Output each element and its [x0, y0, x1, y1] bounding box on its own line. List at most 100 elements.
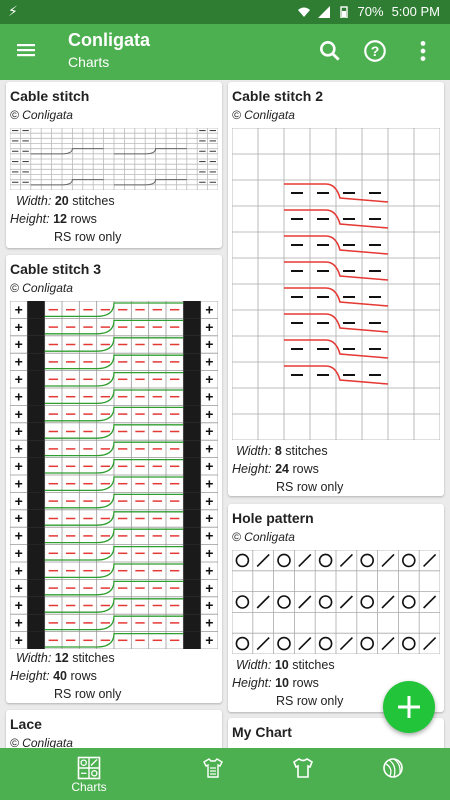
knit-stitch: +: [205, 615, 213, 631]
yarn-over: [402, 595, 416, 609]
knit-stitch: +: [15, 388, 23, 404]
chart-author: © Conligata: [10, 281, 73, 295]
svg-text:?: ?: [371, 43, 380, 59]
chart-list: Cable stitch © Conligata Width: 20 stitc…: [0, 80, 450, 748]
knit-stitch: +: [15, 597, 23, 613]
decrease: [423, 637, 437, 651]
no-stitch: [27, 596, 45, 615]
more-options-icon[interactable]: [410, 38, 436, 64]
no-stitch: [183, 422, 201, 441]
no-stitch: [183, 614, 201, 632]
no-stitch: [27, 335, 45, 354]
yarn-over: [402, 553, 416, 568]
shirt-icon: [293, 758, 313, 778]
chart-note: RS row only: [54, 687, 122, 701]
battery-icon: [339, 5, 348, 18]
chart-author: © Conligata: [232, 530, 295, 544]
no-stitch: [183, 527, 201, 545]
chart-note: RS row only: [54, 230, 122, 244]
yarn-over: [402, 636, 416, 651]
no-stitch: [27, 440, 45, 458]
chart-width: Width: 20 stitches: [16, 194, 115, 208]
no-stitch: [183, 370, 201, 388]
knit-stitch: +: [205, 562, 213, 578]
help-icon[interactable]: ?: [362, 38, 388, 64]
nav-pattern[interactable]: [168, 748, 258, 800]
knit-stitch: +: [15, 354, 23, 370]
chart-name: Lace: [10, 716, 42, 732]
chart-height: Height: 24 rows: [232, 462, 319, 476]
no-stitch: [183, 335, 201, 354]
knit-stitch: +: [205, 510, 213, 526]
knit-stitch: +: [15, 458, 23, 474]
cable-line: [114, 179, 187, 186]
no-stitch: [27, 475, 45, 493]
nav-charts[interactable]: Charts: [44, 748, 134, 800]
no-stitch: [27, 614, 45, 632]
knit-stitch: +: [15, 545, 23, 561]
app-subtitle: Charts: [68, 54, 110, 70]
chart-note: RS row only: [276, 694, 344, 708]
knit-stitch: +: [15, 493, 23, 509]
chart-height: Height: 12 rows: [10, 212, 97, 226]
yarn-over: [277, 553, 291, 568]
knit-stitch: +: [15, 632, 23, 648]
no-stitch: [183, 475, 201, 493]
chart-grid-icon: [77, 756, 101, 780]
knit-stitch: +: [205, 406, 213, 422]
no-stitch: [183, 631, 201, 649]
battery-percent: 70%: [357, 4, 384, 19]
decrease: [381, 553, 395, 567]
chart-width: Width: 12 stitches: [16, 651, 115, 665]
no-stitch: [183, 544, 201, 562]
no-stitch: [183, 388, 201, 406]
yarn-over: [360, 636, 374, 651]
menu-icon[interactable]: [14, 38, 38, 62]
chart-card-cable-stitch-3[interactable]: Cable stitch 3 © Conligata + + + + + + + + + + + + +…: [6, 255, 222, 703]
decrease: [298, 637, 312, 651]
knit-stitch: +: [205, 319, 213, 335]
no-stitch: [27, 353, 45, 371]
chart-card-lace[interactable]: Lace © Conligata: [6, 710, 222, 748]
pattern-sheet-icon: [203, 758, 223, 778]
knit-stitch: +: [15, 615, 23, 631]
app-bar: Conligata Charts ?: [0, 24, 450, 80]
no-stitch: [27, 301, 45, 319]
knit-stitch: +: [205, 545, 213, 561]
no-stitch: [27, 527, 45, 545]
knit-stitch: +: [15, 441, 23, 457]
knit-stitch: +: [205, 632, 213, 648]
add-chart-button[interactable]: [383, 681, 435, 733]
knit-stitch: +: [15, 580, 23, 596]
app-title: Conligata: [68, 30, 151, 50]
chart-author: © Conligata: [10, 108, 73, 122]
search-icon[interactable]: [317, 38, 343, 64]
yarn-over: [235, 595, 250, 609]
nav-yarn[interactable]: [348, 748, 438, 800]
knit-stitch: +: [205, 528, 213, 544]
knit-stitch: +: [15, 510, 23, 526]
nav-projects[interactable]: [258, 748, 348, 800]
no-stitch: [27, 492, 45, 510]
knit-stitch: +: [15, 423, 23, 439]
knit-stitch: +: [205, 597, 213, 613]
chart-author: © Conligata: [232, 108, 295, 122]
no-stitch: [183, 579, 201, 597]
chart-name: Cable stitch 2: [232, 88, 324, 104]
no-stitch: [27, 457, 45, 475]
yarn-ball-icon: [383, 758, 403, 778]
chart-name: Hole pattern: [232, 510, 314, 526]
decrease: [298, 595, 312, 609]
knit-stitch: +: [205, 475, 213, 491]
decrease: [256, 637, 270, 651]
yarn-over: [360, 553, 374, 568]
chart-card-cable-stitch[interactable]: Cable stitch © Conligata Width: 20 stitc…: [6, 82, 222, 248]
no-stitch: [183, 492, 201, 510]
knit-stitch: +: [15, 528, 23, 544]
chart-card-cable-stitch-2[interactable]: Cable stitch 2 © Conligata Width: 8 stit…: [228, 82, 444, 496]
chart-name: Cable stitch: [10, 88, 90, 104]
no-stitch: [183, 509, 201, 528]
knit-stitch: +: [15, 336, 23, 352]
decrease: [339, 637, 353, 651]
decrease: [339, 553, 353, 567]
